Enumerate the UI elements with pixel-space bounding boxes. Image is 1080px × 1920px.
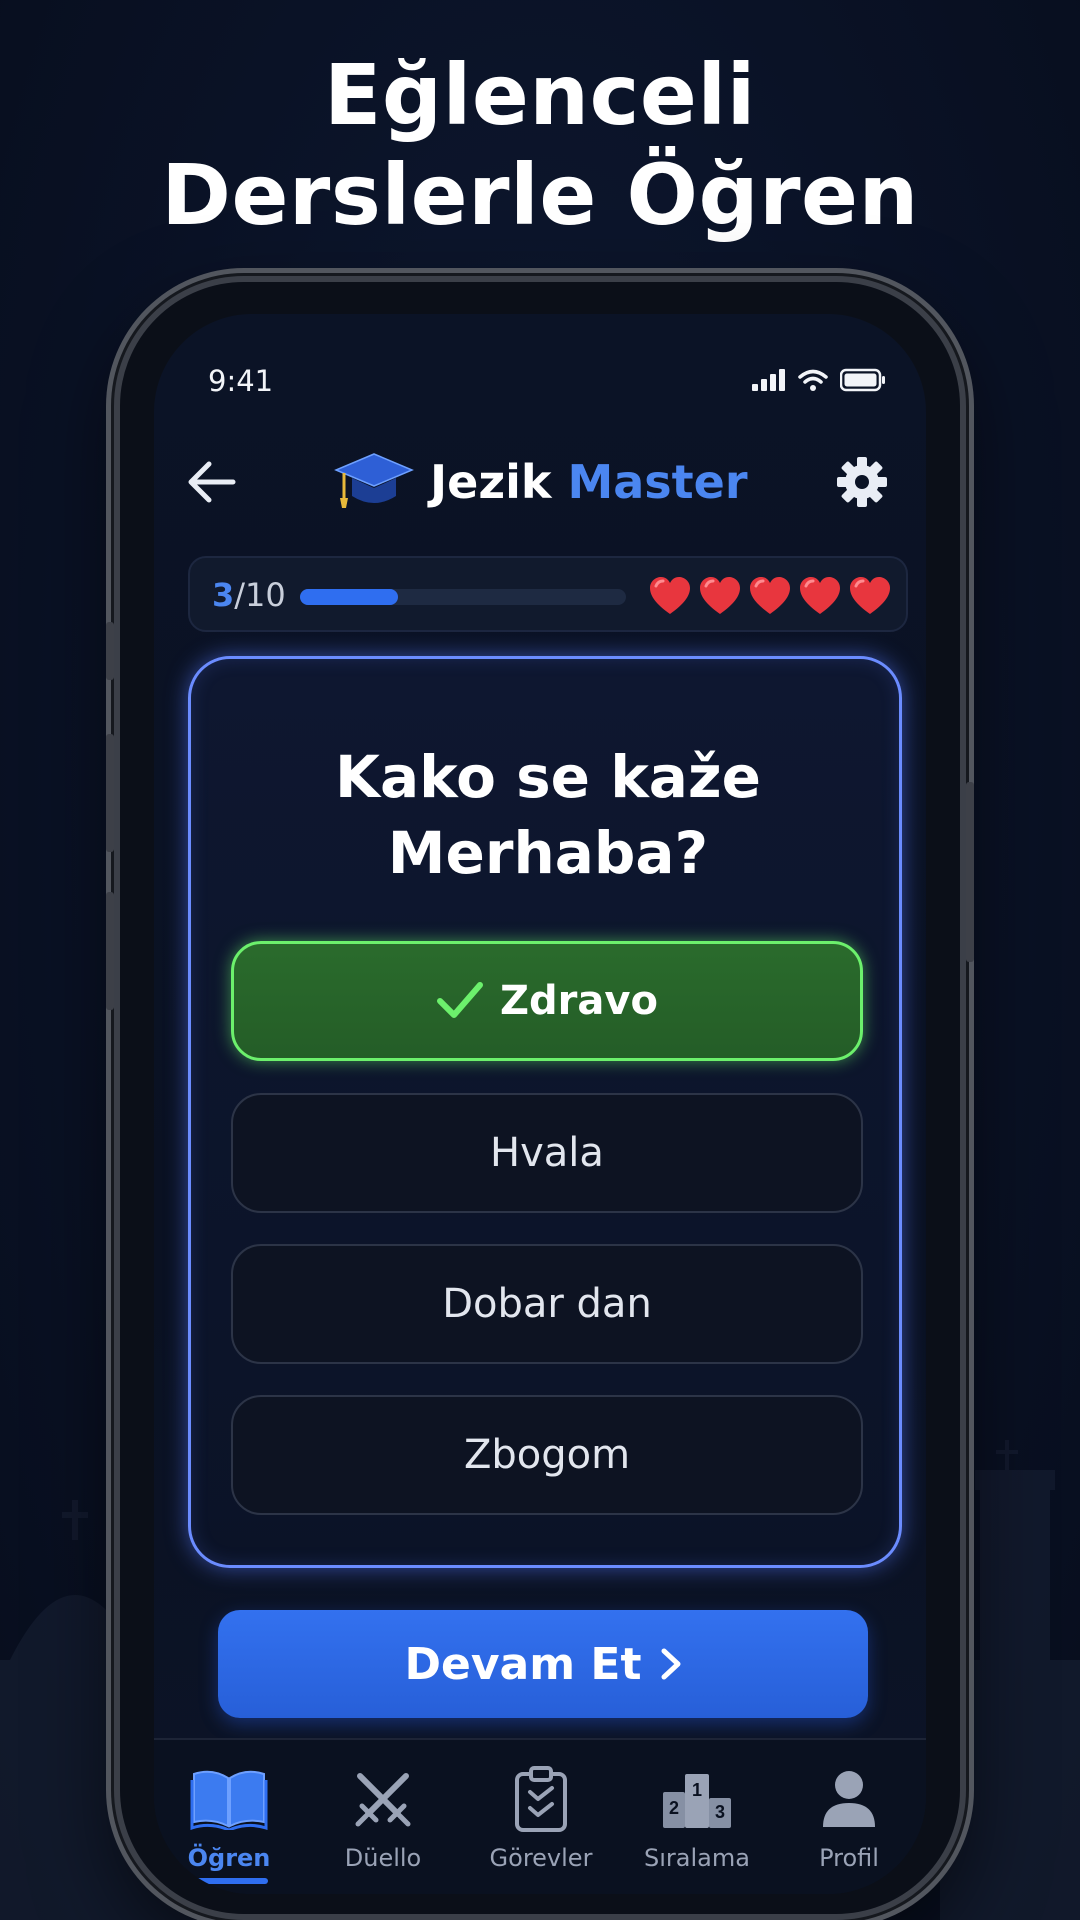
heart-icon	[750, 577, 790, 614]
question-line-1: Kako se kaže	[335, 743, 761, 811]
graduation-cap-icon	[334, 453, 414, 508]
question-total: /10	[234, 576, 286, 614]
battery-icon	[840, 368, 885, 392]
settings-button[interactable]	[832, 452, 892, 512]
app-header: Jezik Master	[154, 442, 926, 522]
signal-icon	[752, 369, 785, 391]
question-card: Kako se kaže Merhaba? Zdravo Hvala Dobar…	[188, 656, 902, 1568]
progress-fill	[300, 589, 398, 605]
podium-icon: 1 2 3	[622, 1764, 772, 1834]
progress-track	[300, 589, 626, 605]
tab-label: Öğren	[187, 1844, 271, 1872]
tab-tasks[interactable]: Görevler	[466, 1764, 616, 1872]
user-icon	[774, 1764, 924, 1834]
status-time: 9:41	[208, 364, 274, 398]
phone-power-button	[966, 782, 974, 962]
question-line-2: Merhaba?	[387, 819, 709, 887]
heart-icon	[800, 577, 840, 614]
answer-label: Zbogom	[463, 1432, 631, 1478]
continue-button[interactable]: Devam Et	[218, 1610, 868, 1718]
headline-line-1: Eğlenceli	[324, 46, 756, 144]
svg-text:2: 2	[669, 1798, 679, 1818]
lives-hearts	[648, 576, 892, 616]
heart-icon	[650, 577, 690, 614]
headline-line-2: Derslerle Öğren	[161, 146, 919, 244]
answer-option[interactable]: Zbogom	[231, 1395, 863, 1515]
phone-volume-up	[106, 734, 114, 852]
app-name-accent: Master	[567, 455, 748, 509]
tab-label: Profil	[819, 1844, 879, 1872]
crossed-swords-icon	[308, 1764, 458, 1834]
answer-option-correct[interactable]: Zdravo	[231, 941, 863, 1061]
wifi-icon	[798, 369, 828, 391]
status-icons	[752, 368, 886, 392]
back-button[interactable]	[182, 452, 242, 512]
tab-label: Görevler	[489, 1844, 593, 1872]
app-screen: 9:41 Jezik Master 3/10 Kako se kaže Merh…	[154, 314, 926, 1894]
tab-profile[interactable]: Profil	[774, 1764, 924, 1872]
tab-label: Düello	[344, 1844, 422, 1872]
active-tab-indicator	[190, 1878, 268, 1884]
status-bar: 9:41	[208, 364, 886, 404]
answer-label: Hvala	[490, 1130, 604, 1176]
svg-text:3: 3	[715, 1802, 725, 1822]
question-text: Kako se kaže Merhaba?	[191, 739, 905, 891]
tab-duel[interactable]: Düello	[308, 1764, 458, 1872]
phone-frame: 9:41 Jezik Master 3/10 Kako se kaže Merh…	[106, 276, 974, 1920]
answer-option[interactable]: Dobar dan	[231, 1244, 863, 1364]
open-book-icon	[154, 1764, 304, 1834]
answer-option[interactable]: Hvala	[231, 1093, 863, 1213]
app-name: Jezik Master	[430, 455, 748, 509]
tab-leaderboard[interactable]: 1 2 3 Sıralama	[622, 1764, 772, 1872]
phone-volume-down	[106, 892, 114, 1010]
answer-label: Zdravo	[500, 978, 658, 1024]
clipboard-checklist-icon	[466, 1764, 616, 1834]
heart-icon	[850, 577, 890, 614]
chevron-right-icon	[661, 1648, 680, 1680]
arrow-left-icon	[188, 461, 236, 503]
svg-text:1: 1	[692, 1780, 702, 1800]
gear-icon	[837, 457, 887, 507]
app-name-main: Jezik	[430, 455, 552, 509]
continue-label: Devam Et	[404, 1638, 642, 1690]
heart-icon	[700, 577, 740, 614]
promo-headline: Eğlenceli Derslerle Öğren	[0, 45, 1080, 245]
bottom-tab-bar: Öğren Düello Görevler 1 2 3 Sıralama Pro…	[154, 1738, 926, 1894]
question-counter: 3/10	[212, 576, 286, 614]
phone-mute-switch	[106, 622, 114, 680]
tab-learn[interactable]: Öğren	[154, 1764, 304, 1884]
question-current: 3	[212, 576, 235, 614]
app-logo: Jezik Master	[332, 450, 748, 514]
lesson-progress-panel: 3/10	[188, 556, 908, 632]
checkmark-icon	[436, 981, 484, 1021]
tab-label: Sıralama	[644, 1844, 750, 1872]
answer-label: Dobar dan	[442, 1281, 652, 1327]
